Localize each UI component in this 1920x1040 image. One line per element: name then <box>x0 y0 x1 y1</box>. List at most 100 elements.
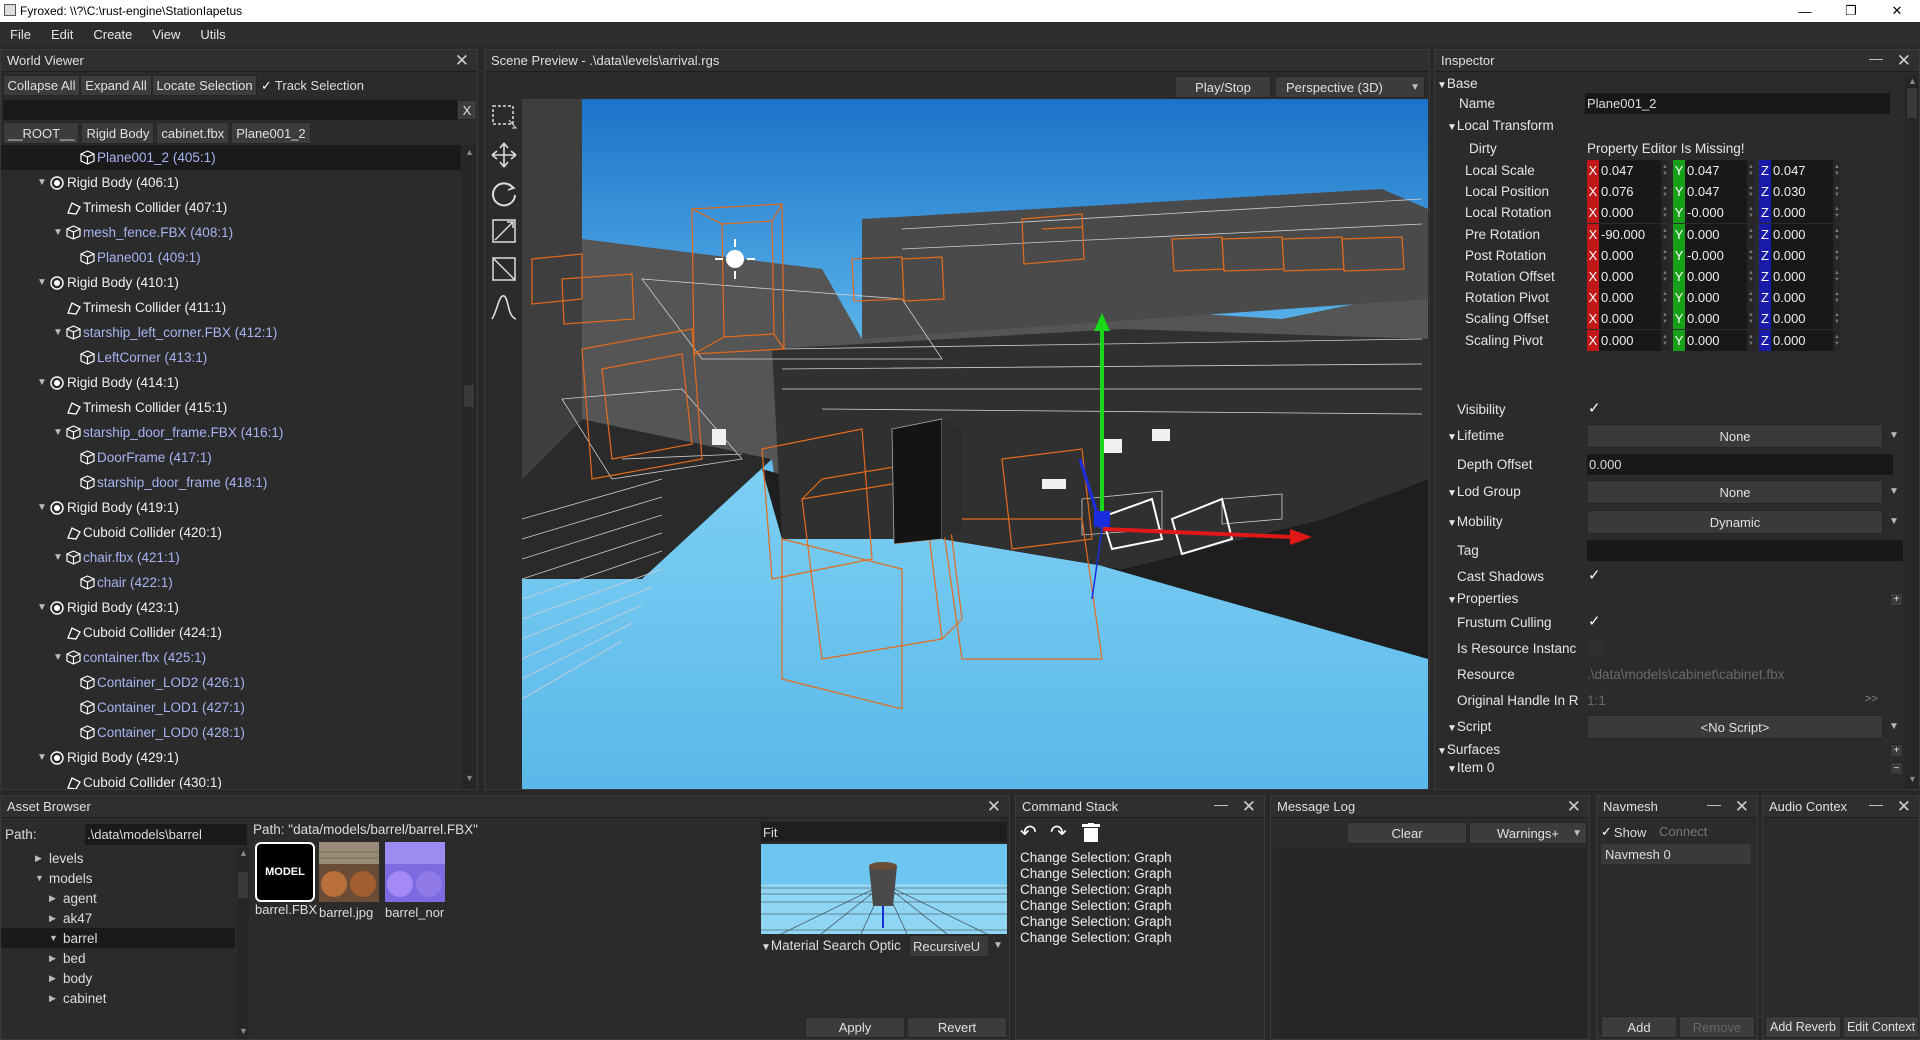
spinner-icon[interactable]: ▲ ▼ <box>1661 287 1669 308</box>
vector-z-field[interactable]: Z 0.000 ▲ ▼ <box>1759 330 1841 351</box>
tree-node[interactable]: Cuboid Collider (420:1) <box>1 520 461 545</box>
undo-icon[interactable]: ↶ <box>1020 822 1044 844</box>
close-icon[interactable]: ✕ <box>1242 797 1256 817</box>
tree-node[interactable]: Plane001_2 (405:1) <box>1 145 461 170</box>
tree-node[interactable]: ▼ chair.fbx (421:1) <box>1 545 461 570</box>
spinner-icon[interactable]: ▲ ▼ <box>1661 330 1669 351</box>
path-field[interactable]: .\data\models\barrel <box>85 824 247 845</box>
tree-node[interactable]: ▼ Rigid Body (406:1) <box>1 170 461 195</box>
folder-item[interactable]: ▶ cabinet <box>1 988 235 1008</box>
menu-create[interactable]: Create <box>83 27 142 42</box>
vector-z-field[interactable]: Z 0.000 ▲ ▼ <box>1759 287 1841 308</box>
tree-node[interactable]: starship_door_frame (418:1) <box>1 470 461 495</box>
show-navmesh-checkbox[interactable]: ✓ Show <box>1601 822 1646 842</box>
spinner-icon[interactable]: ▲ ▼ <box>1747 181 1755 202</box>
folder-item[interactable]: ▶ ak47 <box>1 908 235 928</box>
tree-scrollbar[interactable]: ▲ ▼ <box>462 145 476 789</box>
properties-toggle[interactable]: ▼Properties <box>1447 591 1518 606</box>
close-icon[interactable]: ✕ <box>455 51 469 71</box>
spinner-icon[interactable]: ▲ ▼ <box>1661 224 1669 245</box>
command-item[interactable]: Change Selection: Graph <box>1020 882 1260 898</box>
expand-arrow-icon[interactable]: ▶ <box>35 853 49 864</box>
script-dropdown[interactable]: <No Script> <box>1587 715 1883 739</box>
tree-node[interactable]: ▼ Rigid Body (414:1) <box>1 370 461 395</box>
expand-arrow-icon[interactable]: ▶ <box>49 993 63 1004</box>
close-window-button[interactable]: ✕ <box>1874 0 1920 22</box>
close-icon[interactable]: ✕ <box>1735 797 1749 817</box>
menu-edit[interactable]: Edit <box>41 27 83 42</box>
tree-node[interactable]: ▼ Rigid Body (410:1) <box>1 270 461 295</box>
inspector-scrollbar[interactable]: ▲ ▼ <box>1905 74 1919 789</box>
remove-surface-button[interactable]: − <box>1890 762 1903 775</box>
vector-z-field[interactable]: Z 0.000 ▲ ▼ <box>1759 308 1841 329</box>
scene-viewport[interactable] <box>522 99 1428 789</box>
is-resource-instance-checkbox[interactable] <box>1587 640 1603 656</box>
tree-node[interactable]: Plane001 (409:1) <box>1 245 461 270</box>
spinner-icon[interactable]: ▲ ▼ <box>1833 160 1841 181</box>
tree-node[interactable]: Cuboid Collider (430:1) <box>1 770 461 789</box>
original-handle-button[interactable]: >> <box>1865 693 1878 705</box>
expand-arrow-icon[interactable]: ▼ <box>35 873 49 883</box>
expand-arrow-icon[interactable]: ▼ <box>53 327 65 338</box>
tree-node[interactable]: chair (422:1) <box>1 570 461 595</box>
menu-utils[interactable]: Utils <box>190 27 235 42</box>
menu-file[interactable]: File <box>0 27 41 42</box>
asset-item-barrel-fbx[interactable]: MODEL barrel.FBX <box>255 842 317 920</box>
item0-toggle[interactable]: ▼Item 0 <box>1447 760 1494 775</box>
locate-selection-button[interactable]: Locate Selection <box>152 75 257 96</box>
minimize-button[interactable]: — <box>1782 0 1828 22</box>
mobility-dropdown[interactable]: Dynamic <box>1587 510 1883 534</box>
tree-node[interactable]: ▼ starship_left_corner.FBX (412:1) <box>1 320 461 345</box>
vector-y-field[interactable]: Y 0.000 ▲ ▼ <box>1673 287 1755 308</box>
expand-arrow-icon[interactable]: ▼ <box>37 752 49 763</box>
close-icon[interactable]: ✕ <box>987 797 1001 817</box>
local-transform-toggle[interactable]: ▼Local Transform <box>1447 118 1554 133</box>
vector-z-field[interactable]: Z 0.000 ▲ ▼ <box>1759 224 1841 245</box>
spinner-icon[interactable]: ▲ ▼ <box>1833 181 1841 202</box>
select-tool-icon[interactable] <box>489 102 519 132</box>
vector-x-field[interactable]: X 0.047 ▲ ▼ <box>1587 160 1669 181</box>
asset-item-barrel-jpg[interactable]: barrel.jpg <box>319 842 383 920</box>
vector-x-field[interactable]: X 0.000 ▲ ▼ <box>1587 266 1669 287</box>
tree-node[interactable]: ▼ mesh_fence.FBX (408:1) <box>1 220 461 245</box>
spinner-icon[interactable]: ▲ ▼ <box>1747 308 1755 329</box>
close-icon[interactable]: ✕ <box>1897 51 1911 71</box>
expand-arrow-icon[interactable]: ▼ <box>53 227 65 238</box>
spinner-icon[interactable]: ▲ ▼ <box>1661 160 1669 181</box>
spinner-icon[interactable]: ▲ ▼ <box>1661 266 1669 287</box>
tree-node[interactable]: Container_LOD0 (428:1) <box>1 720 461 745</box>
spinner-icon[interactable]: ▲ ▼ <box>1833 266 1841 287</box>
spinner-icon[interactable]: ▲ ▼ <box>1661 181 1669 202</box>
tree-node[interactable]: Container_LOD1 (427:1) <box>1 695 461 720</box>
folder-item[interactable]: ▶ agent <box>1 888 235 908</box>
spinner-icon[interactable]: ▲ ▼ <box>1833 287 1841 308</box>
breadcrumb-rigid-body[interactable]: Rigid Body <box>81 122 155 144</box>
scale-tool-icon[interactable] <box>489 216 519 246</box>
spinner-icon[interactable]: ▲ ▼ <box>1661 245 1669 266</box>
scrollbar-thumb[interactable] <box>1907 88 1917 118</box>
spinner-icon[interactable]: ▲ ▼ <box>1747 160 1755 181</box>
revert-button[interactable]: Revert <box>907 1017 1007 1038</box>
spinner-icon[interactable]: ▲ ▼ <box>1747 266 1755 287</box>
expand-arrow-icon[interactable]: ▼ <box>37 277 49 288</box>
vector-y-field[interactable]: Y 0.000 ▲ ▼ <box>1673 330 1755 351</box>
expand-arrow-icon[interactable]: ▼ <box>37 602 49 613</box>
breadcrumb-cabinet[interactable]: cabinet.fbx <box>156 122 230 144</box>
collapse-all-button[interactable]: Collapse All <box>3 75 80 96</box>
tree-node[interactable]: ▼ Rigid Body (423:1) <box>1 595 461 620</box>
minimize-icon[interactable]: — <box>1707 796 1721 812</box>
edit-context-button[interactable]: Edit Context <box>1843 1016 1919 1038</box>
lod-group-toggle[interactable]: ▼Lod Group <box>1447 484 1521 499</box>
spinner-icon[interactable]: ▲ ▼ <box>1747 287 1755 308</box>
folder-item[interactable]: ▶ levels <box>1 848 235 868</box>
vector-x-field[interactable]: X 0.000 ▲ ▼ <box>1587 202 1669 223</box>
expand-arrow-icon[interactable]: ▼ <box>37 502 49 513</box>
expand-all-button[interactable]: Expand All <box>80 75 152 96</box>
close-icon[interactable]: ✕ <box>1567 797 1581 817</box>
minimize-icon[interactable]: — <box>1869 796 1883 812</box>
folder-item[interactable]: ▼ models <box>1 868 235 888</box>
expand-arrow-icon[interactable]: ▼ <box>37 377 49 388</box>
vector-y-field[interactable]: Y -0.000 ▲ ▼ <box>1673 202 1755 223</box>
expand-arrow-icon[interactable]: ▶ <box>49 913 63 924</box>
spinner-icon[interactable]: ▲ ▼ <box>1833 330 1841 351</box>
